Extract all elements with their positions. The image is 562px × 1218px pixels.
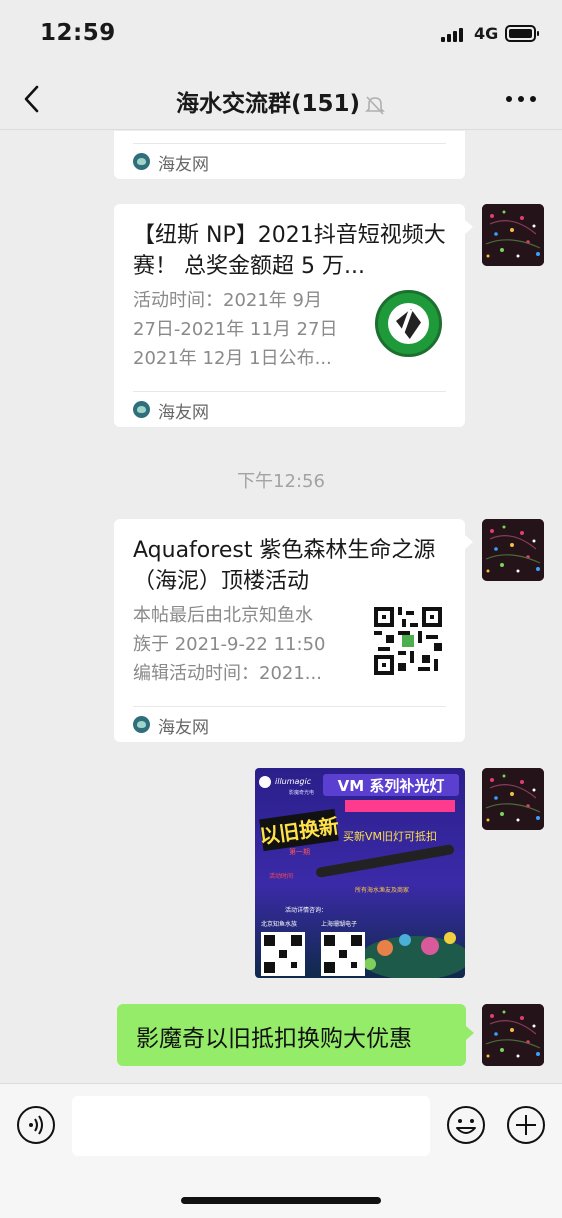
card-desc-line: 族于 2021-9-22 11:50 xyxy=(133,634,326,655)
battery-icon xyxy=(505,25,539,42)
card-source: 海友网 xyxy=(133,706,446,742)
poster-dealer-1: 北京知鱼水族 xyxy=(261,920,297,928)
poster-sub-tag: 第一期 xyxy=(289,847,310,856)
card-desc-line: 27日-2021年 11月 27日 xyxy=(133,319,338,340)
qr-code-thumbnail xyxy=(374,607,442,675)
status-time: 12:59 xyxy=(40,20,116,46)
avatar-image xyxy=(482,204,544,266)
source-logo-icon xyxy=(133,401,150,418)
poster-brand: illumagic xyxy=(275,777,312,786)
source-logo-icon xyxy=(133,716,150,733)
network-type: 4G xyxy=(474,24,499,43)
poster-trade-in: 买新VM旧灯可抵扣 xyxy=(343,829,437,843)
card-desc-line: 活动时间：2021年 9月 xyxy=(133,290,322,311)
card-source: 海友网 xyxy=(133,391,446,427)
status-bar: 12:59 4G xyxy=(0,0,562,70)
plus-icon[interactable] xyxy=(506,1105,546,1145)
timestamp-separator: 下午12:56 xyxy=(237,471,325,492)
poster-headline: VM 系列补光灯 xyxy=(338,777,445,795)
poster-dealer-2: 上海珊瑚电子 xyxy=(321,920,357,928)
card-thumbnail xyxy=(375,290,442,357)
chat-title: 海水交流群(151) xyxy=(175,91,361,117)
message-text: 影魔奇以旧抵扣换购大优惠 xyxy=(136,1026,412,1052)
home-indicator[interactable] xyxy=(181,1197,381,1204)
poster-event-label: 活动时间 xyxy=(269,872,293,880)
avatar[interactable] xyxy=(482,519,544,581)
card-title: 【纽斯 NP】2021抖音短视频大赛！ 总奖金额超 5 万... xyxy=(133,223,446,279)
voice-icon[interactable] xyxy=(16,1105,56,1145)
signal-icon xyxy=(441,28,467,42)
source-name: 海友网 xyxy=(158,403,209,423)
chat-header: 海水交流群(151) xyxy=(0,70,562,130)
source-name: 海友网 xyxy=(158,718,209,738)
card-desc-line: 2021年 12月 1日公布... xyxy=(133,348,332,369)
mute-icon xyxy=(365,95,385,115)
chat-title-wrap: 海水交流群(151) xyxy=(0,84,562,118)
card-source: 海友网 xyxy=(133,143,446,179)
poster-audience: 所有海水渔友及商家 xyxy=(355,886,409,894)
avatar-image xyxy=(482,1004,544,1066)
message-list[interactable]: 海友网 【纽斯 NP】2021抖音短视频大赛！ 总奖金额超 5 万... 活动时… xyxy=(0,131,562,1083)
emoji-icon[interactable] xyxy=(446,1105,486,1145)
source-logo-icon xyxy=(133,153,150,170)
link-card[interactable]: 【纽斯 NP】2021抖音短视频大赛！ 总奖金额超 5 万... 活动时间：20… xyxy=(114,204,473,427)
card-desc-line: 编辑活动时间：2021... xyxy=(133,663,322,684)
promo-poster: illumagic 影魔奇光电 VM 系列补光灯 以旧换新 第一期 买新VM旧灯… xyxy=(255,768,465,978)
avatar-image xyxy=(482,768,544,830)
card-desc-line: 本帖最后由北京知鱼水 xyxy=(133,605,313,626)
link-card[interactable]: Aquaforest 紫色森林生命之源（海泥）顶楼活动 本帖最后由北京知鱼水 族… xyxy=(114,519,473,742)
poster-brand-sub: 影魔奇光电 xyxy=(289,789,314,796)
avatar-image xyxy=(482,519,544,581)
message-input[interactable] xyxy=(72,1096,430,1156)
avatar[interactable] xyxy=(482,1004,544,1066)
link-card-partial[interactable]: 海友网 xyxy=(114,131,465,179)
avatar[interactable] xyxy=(482,204,544,266)
source-name: 海友网 xyxy=(158,155,209,175)
more-icon[interactable] xyxy=(506,96,536,104)
card-title: Aquaforest 紫色森林生命之源（海泥）顶楼活动 xyxy=(133,538,436,594)
text-message-bubble[interactable]: 影魔奇以旧抵扣换购大优惠 xyxy=(117,1004,474,1066)
image-message[interactable]: illumagic 影魔奇光电 VM 系列补光灯 以旧换新 第一期 买新VM旧灯… xyxy=(255,768,465,978)
poster-inquiry: 活动详情咨询： xyxy=(285,906,327,914)
avatar[interactable] xyxy=(482,768,544,830)
